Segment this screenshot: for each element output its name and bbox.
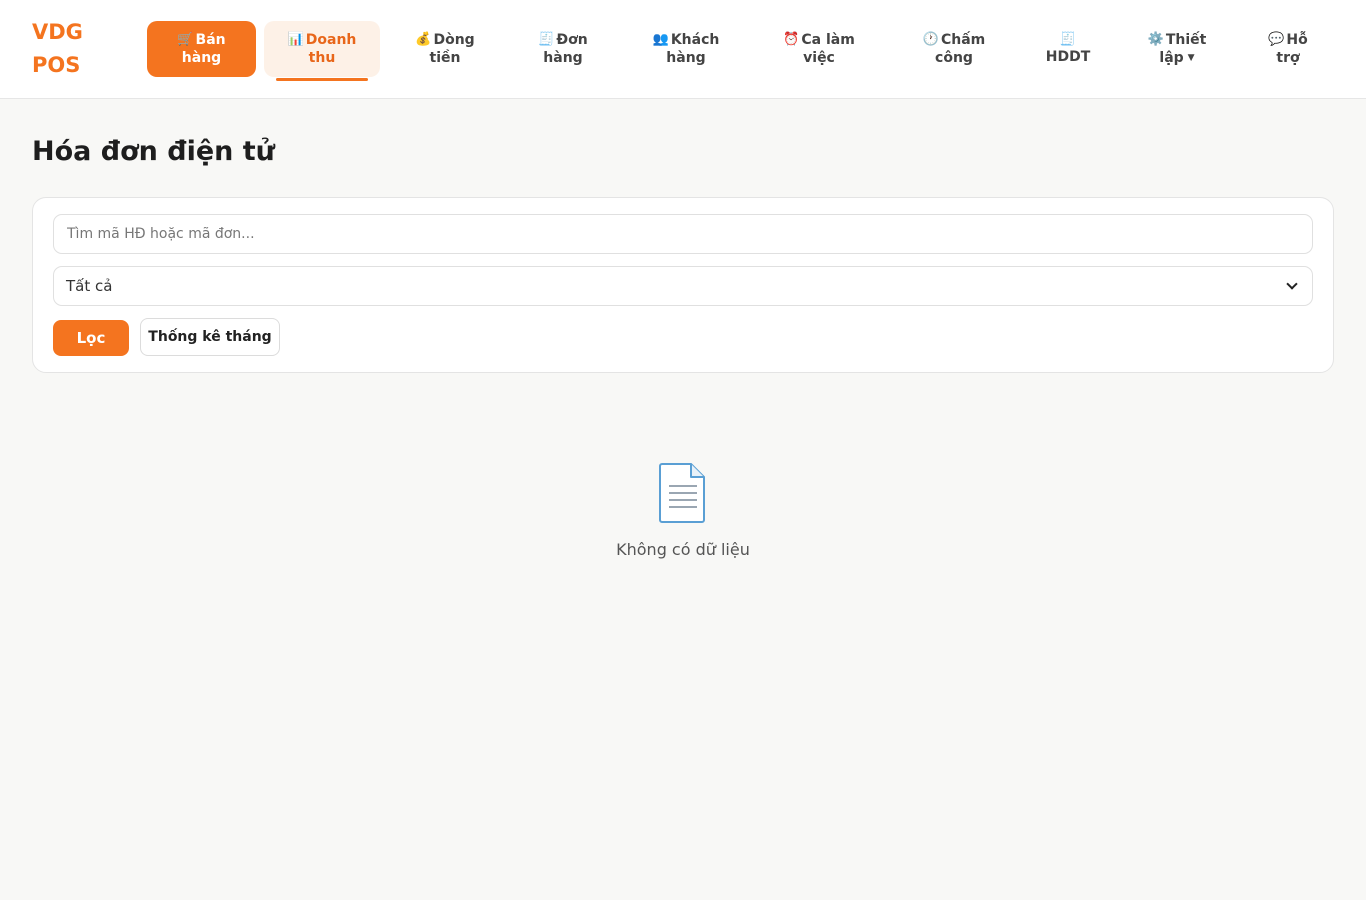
nav-label-2: tiền (429, 50, 461, 66)
nav-label-2: hàng (543, 50, 583, 66)
logo-line-1: VDG (32, 20, 83, 44)
nav-support[interactable]: 💬 Hỗ trợ (1252, 21, 1324, 77)
users-icon: 👥 (652, 32, 669, 47)
active-tab-indicator (276, 78, 368, 81)
status-select[interactable]: Tất cả (53, 266, 1313, 306)
alarm-clock-icon: ⏰ (783, 32, 800, 47)
nav-label-2: trợ (1276, 50, 1300, 66)
nav-label-2: lập (1159, 50, 1184, 66)
nav-label-2: công (935, 50, 973, 66)
filter-panel: Tất cả Lọc Thống kê tháng (32, 197, 1334, 373)
nav-cashflow[interactable]: 💰 Dòng tiền (398, 21, 492, 77)
page-title: Hóa đơn điện tử (32, 136, 275, 167)
empty-state: Không có dữ liệu (583, 462, 783, 572)
cart-icon: 🛒 (177, 32, 194, 47)
nav-label-2: hàng (181, 50, 222, 66)
top-navigation-bar: VDG POS 🛒 Bán hàng 📊 Doanh thu 💰 Dòng tiền … (0, 0, 1366, 99)
nav-label: Khách (670, 32, 720, 48)
nav-label: Chấm (940, 32, 986, 48)
monthly-stats-button[interactable]: Thống kê tháng (140, 318, 280, 356)
chevron-down-icon (1286, 278, 1298, 290)
status-selected-value: Tất cả (66, 277, 113, 295)
nav-label: Dòng (433, 32, 475, 48)
nav-label: Ca làm (801, 32, 855, 48)
nav-label: Đơn (556, 32, 588, 48)
document-icon (659, 463, 705, 523)
nav-label: Thiết (1165, 32, 1207, 48)
nav-timekeeping[interactable]: 🕐 Chấm công (906, 21, 1002, 77)
logo-line-2: POS (32, 53, 81, 77)
nav-label-2: HDDT (1045, 49, 1091, 65)
clock-icon: 🕐 (922, 32, 939, 47)
caret-down-icon: ▼ (1187, 53, 1195, 63)
nav-customers[interactable]: 👥 Khách hàng (636, 21, 736, 77)
nav-sales[interactable]: 🛒 Bán hàng (147, 21, 256, 77)
bar-chart-icon: 📊 (287, 32, 304, 47)
receipt-icon: 🧾 (1059, 32, 1077, 47)
nav-settings[interactable]: ⚙️ Thiết lập ▼ (1132, 21, 1222, 77)
app-logo[interactable]: VDG POS (32, 16, 102, 82)
nav-label-2: thu (308, 50, 336, 66)
nav-einvoice[interactable]: 🧾 HDDT (1032, 21, 1104, 77)
money-bag-icon: 💰 (415, 32, 432, 47)
nav-orders[interactable]: 🧾 Đơn hàng (520, 21, 606, 77)
nav-label: Hỗ (1286, 32, 1308, 48)
nav-shifts[interactable]: ⏰ Ca làm việc (766, 21, 872, 77)
nav-revenue[interactable]: 📊 Doanh thu (264, 21, 380, 81)
nav-label-2: hàng (666, 50, 706, 66)
filter-button[interactable]: Lọc (53, 320, 129, 356)
nav-label: Doanh (305, 32, 357, 48)
speech-bubble-icon: 💬 (1268, 32, 1285, 47)
nav-label-2: việc (803, 50, 835, 66)
empty-state-message: Không có dữ liệu (616, 540, 750, 559)
nav-label: Bán (195, 32, 226, 48)
search-input[interactable] (53, 214, 1313, 254)
gear-icon: ⚙️ (1147, 32, 1164, 47)
receipt-icon: 🧾 (538, 32, 555, 47)
